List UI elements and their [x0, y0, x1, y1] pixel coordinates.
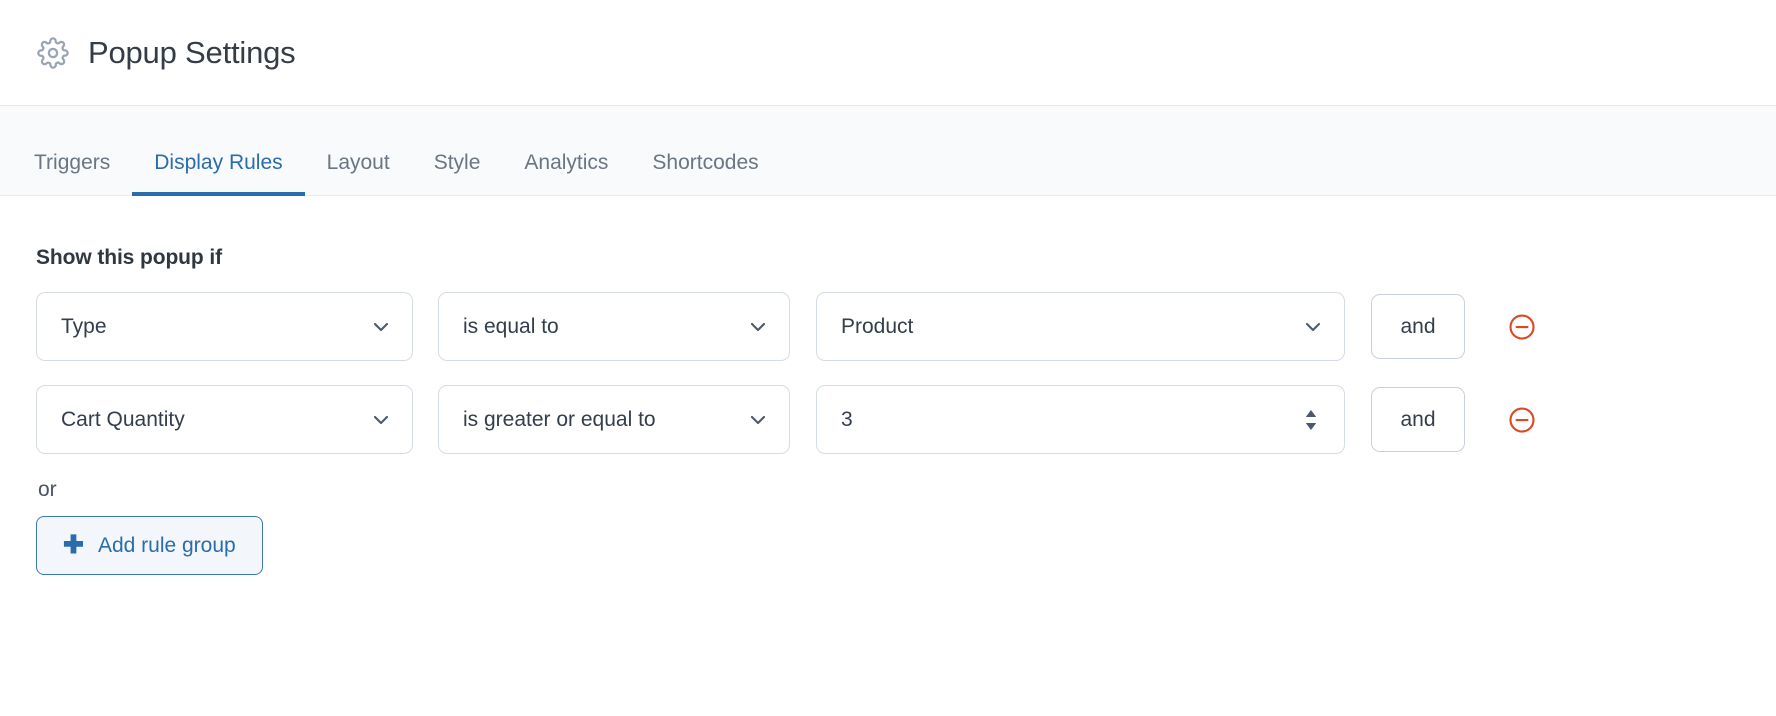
- rule-row: Cart Quantity is greater or equal to 3 a…: [36, 385, 1740, 454]
- tab-shortcodes[interactable]: Shortcodes: [630, 152, 780, 195]
- plus-icon: ✚: [63, 531, 84, 559]
- page-title: Popup Settings: [88, 34, 296, 70]
- rule-subject-value: Type: [61, 314, 107, 338]
- tab-analytics[interactable]: Analytics: [502, 152, 630, 195]
- add-rule-group-button[interactable]: ✚ Add rule group: [36, 516, 263, 575]
- rule-subject-select[interactable]: Type: [36, 292, 413, 361]
- rule-operator-select[interactable]: is greater or equal to: [438, 385, 790, 454]
- rule-conjunction-button[interactable]: and: [1371, 294, 1465, 359]
- remove-rule-button[interactable]: [1507, 405, 1537, 435]
- tab-layout[interactable]: Layout: [305, 152, 412, 195]
- rule-value-text: 3: [841, 407, 853, 431]
- remove-rule-button[interactable]: [1507, 312, 1537, 342]
- chevron-down-icon: [368, 314, 394, 340]
- chevron-down-icon: [745, 314, 771, 340]
- rule-subject-value: Cart Quantity: [61, 407, 185, 431]
- chevron-down-icon: [745, 407, 771, 433]
- settings-tabbar: Triggers Display Rules Layout Style Anal…: [0, 106, 1776, 196]
- rule-operator-value: is equal to: [463, 314, 559, 338]
- rule-row: Type is equal to Product and: [36, 292, 1740, 361]
- rule-conjunction-button[interactable]: and: [1371, 387, 1465, 452]
- or-separator-label: or: [38, 478, 57, 501]
- gear-icon: [36, 36, 70, 70]
- tab-triggers[interactable]: Triggers: [34, 152, 132, 195]
- section-title: Show this popup if: [36, 246, 223, 269]
- chevron-down-icon: [368, 407, 394, 433]
- rule-subject-select[interactable]: Cart Quantity: [36, 385, 413, 454]
- chevron-down-icon: [1300, 314, 1326, 340]
- display-rules-panel: Show this popup if Type is equal to Prod…: [0, 196, 1776, 575]
- rule-operator-value: is greater or equal to: [463, 407, 656, 431]
- rule-operator-select[interactable]: is equal to: [438, 292, 790, 361]
- rule-value-number-input[interactable]: 3: [816, 385, 1345, 454]
- rule-value-text: Product: [841, 314, 914, 338]
- tab-style[interactable]: Style: [412, 152, 503, 195]
- popup-settings-page: Popup Settings Triggers Display Rules La…: [0, 0, 1776, 716]
- tab-display-rules[interactable]: Display Rules: [132, 152, 306, 196]
- number-stepper-icon[interactable]: [1300, 405, 1322, 435]
- page-header: Popup Settings: [0, 0, 1776, 106]
- rule-value-select[interactable]: Product: [816, 292, 1345, 361]
- add-rule-group-label: Add rule group: [97, 533, 236, 557]
